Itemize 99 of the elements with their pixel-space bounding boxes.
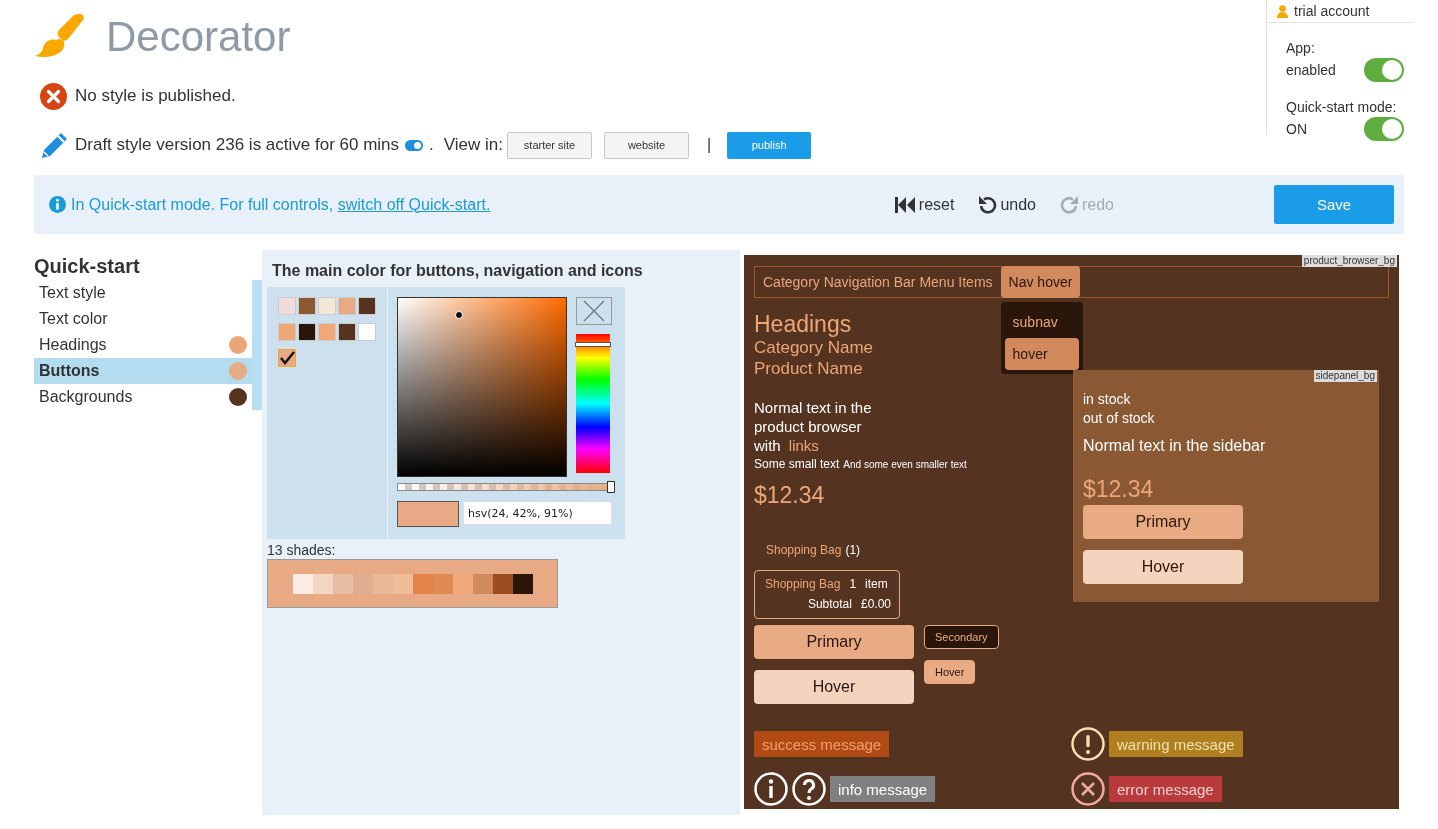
color-swatch[interactable] (318, 323, 336, 341)
preview-button[interactable]: Hover (1083, 550, 1243, 584)
info-icon (754, 772, 788, 806)
period-text: . (429, 135, 434, 155)
item-unit: item (865, 576, 888, 593)
preview-button[interactable]: Primary (1083, 505, 1243, 539)
draft-status-text: Draft style version 236 is active for 60 mins (75, 135, 400, 155)
section-title: Quick-start (34, 254, 141, 279)
submenu-item[interactable]: hover (1004, 338, 1079, 370)
error-message: error message (1109, 776, 1222, 802)
color-swatch[interactable] (298, 323, 316, 341)
color-swatch[interactable] (358, 323, 376, 341)
undo-button[interactable]: undo (978, 195, 1036, 214)
color-swatch[interactable] (298, 297, 316, 315)
color-swatch[interactable] (358, 297, 376, 315)
opacity-slider[interactable] (397, 481, 615, 493)
submenu-item[interactable]: subnav (1004, 306, 1079, 338)
toggle-switch[interactable] (1364, 58, 1404, 82)
panel-tag: product_browser_bg (1301, 255, 1397, 267)
app-title: Decorator (106, 13, 291, 61)
color-swatch[interactable] (338, 323, 356, 341)
redo-icon (1059, 195, 1079, 214)
item-label: Headings (39, 336, 107, 354)
opacity-handle[interactable] (607, 481, 615, 493)
success-message: success message (754, 731, 890, 757)
quick-start-notice: In Quick-start mode. For full controls, switch off Quick-start. (71, 195, 491, 214)
item-count: 1 (849, 576, 857, 593)
current-color-swatch (397, 501, 459, 527)
product-name: Product Name (754, 358, 863, 379)
nav-item[interactable]: Category Navigation Bar Menu Items (755, 267, 1001, 297)
toggle-switch[interactable] (1364, 117, 1404, 141)
heading-text: Headings (754, 311, 852, 337)
exclamation-icon (1071, 727, 1105, 761)
error-icon (1071, 772, 1105, 806)
timer-toggle[interactable] (405, 139, 424, 151)
info-icon (49, 196, 66, 213)
preview-button[interactable]: Hover (924, 660, 976, 684)
preview-button[interactable]: Primary (754, 625, 914, 659)
sidebar-item[interactable]: Text color (34, 306, 252, 332)
hue-handle[interactable] (575, 341, 611, 347)
person-icon (1277, 4, 1288, 18)
view-button[interactable]: website (604, 131, 690, 159)
panel-tag: sidepanel_bg (1313, 370, 1377, 382)
small-text: Some small text (754, 457, 840, 471)
color-swatch[interactable] (318, 297, 336, 315)
color-swatch[interactable] (278, 323, 296, 341)
item-label: Text color (39, 310, 108, 328)
text-link[interactable]: links (788, 437, 819, 454)
sidebar-item[interactable]: Buttons (34, 358, 252, 384)
warning-message: warning message (1109, 731, 1243, 757)
view-button[interactable]: starter site (507, 131, 593, 159)
preview-button[interactable]: Secondary (924, 625, 999, 649)
picker-handle[interactable] (455, 311, 464, 319)
color-swatch[interactable] (338, 297, 356, 315)
setting-label: ON (1286, 119, 1308, 139)
item-label: Text style (39, 284, 106, 302)
shades-label: 13 shades: (267, 542, 337, 559)
subtotal-value: £0.00 (860, 596, 891, 613)
setting-label: enabled (1286, 60, 1337, 80)
saturation-field[interactable] (397, 297, 567, 477)
sidebar-item[interactable]: Backgrounds (34, 384, 252, 410)
color-value-field[interactable]: hsv(24, 42%, 91%) (463, 501, 612, 525)
error-icon (40, 82, 67, 110)
item-label: Buttons (39, 362, 100, 380)
price-text: $12.34 (1083, 475, 1155, 503)
category-name: Category Name (754, 337, 874, 358)
status-message: No style is published. (75, 86, 236, 106)
color-swatch[interactable] (278, 349, 296, 367)
stock-text: out of stock (1083, 409, 1156, 428)
view-in-label: View in: (443, 135, 504, 155)
reset-button[interactable]: reset (893, 195, 955, 214)
pencil-icon (40, 130, 69, 160)
sidebar-item[interactable]: Headings (34, 332, 252, 358)
price-text: $12.34 (754, 481, 826, 509)
preview-button[interactable]: Hover (754, 670, 914, 704)
item-label: Backgrounds (39, 388, 133, 406)
checkmark-icon (279, 351, 295, 365)
bag-label: Shopping Bag (765, 576, 841, 593)
account-label: trial account (1294, 3, 1370, 19)
close-icon (583, 300, 605, 322)
separator-text: | (707, 136, 712, 154)
body-text: Normal text in the product browser with links (754, 398, 873, 455)
sidebar-text: Normal text in the sidebar (1083, 437, 1267, 455)
shopping-bag-link[interactable]: Shopping Bag (766, 543, 842, 557)
color-swatch[interactable] (278, 297, 296, 315)
help-icon (792, 772, 826, 806)
stock-text: in stock (1083, 390, 1132, 409)
clear-button[interactable] (576, 297, 612, 325)
sidebar-item[interactable]: Text style (34, 280, 252, 306)
hue-slider[interactable] (576, 334, 610, 473)
setting-label: App: (1286, 39, 1316, 58)
bag-count: (1) (845, 543, 861, 557)
info-message: info message (830, 776, 936, 802)
undo-icon (978, 195, 998, 214)
smaller-text: And some even smaller text (843, 459, 967, 470)
setting-label: Quick-start mode: (1286, 98, 1398, 117)
skip-back-icon (893, 195, 916, 214)
editor-title: The main color for buttons, navigation and icons (271, 261, 644, 281)
subtotal-label: Subtotal (807, 596, 852, 613)
